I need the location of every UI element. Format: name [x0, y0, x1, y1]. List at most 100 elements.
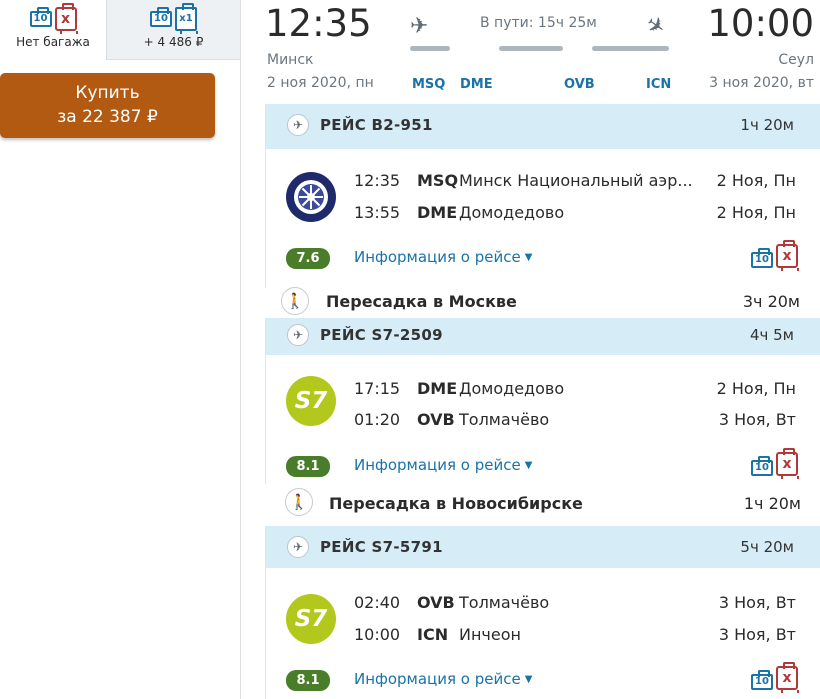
chevron-down-icon: ▼ [524, 674, 533, 685]
pin-icon[interactable]: ✈ [287, 114, 309, 136]
rating-badge: 8.1 [286, 670, 330, 691]
buy-button-label: Купить [75, 83, 140, 103]
row-airport: Минск Национальный аэр... [459, 171, 693, 190]
departure-city: Минск [267, 52, 314, 68]
landing-icon: ✈ [640, 10, 670, 43]
pin-icon[interactable]: ✈ [287, 324, 309, 346]
no-checked-bag-icon: x [776, 448, 799, 479]
transfer-row: 🚶 Пересадка в Новосибирске 1ч 20м [268, 484, 820, 522]
segment-departure-row: 17:15 DME Домодедово [354, 379, 564, 398]
flight-segment: ✈ РЕЙС S7-2509 4ч 5м S7 17:15 DME Домодедо… [265, 318, 820, 484]
pin-icon[interactable]: ✈ [287, 536, 309, 558]
row-time: 12:35 [354, 171, 401, 190]
departure-date: 2 ноя 2020, пн [267, 75, 374, 91]
row-code: MSQ [417, 171, 459, 190]
flight-info-label: Информация о рейсе [354, 456, 521, 474]
baggage-icons: 10 x1 [107, 3, 240, 34]
rating-badge: 7.6 [286, 248, 330, 269]
panel-divider [240, 0, 241, 699]
flight-number: РЕЙС S7-2509 [320, 326, 443, 344]
row-code: OVB [417, 593, 455, 612]
flight-info-link[interactable]: Информация о рейсе ▼ [354, 670, 532, 688]
row-date: 2 Ноя, Пн [716, 379, 796, 398]
baggage-option-no-bag[interactable]: 10 x Нет багажа [0, 0, 106, 60]
segment-departure-row: 12:35 MSQМинск Национальный аэр... [354, 171, 693, 190]
row-airport: Толмачёво [459, 593, 550, 612]
route-segment-bar [410, 46, 450, 51]
segment-header: ✈ РЕЙС B2-951 1ч 20м [266, 104, 820, 149]
belavia-logo-icon [286, 172, 336, 222]
hand-luggage-icon: 10 [751, 248, 773, 268]
transfer-row: 🚶 Пересадка в Москве 3ч 20м [268, 284, 820, 318]
segment-header: ✈ РЕЙС S7-5791 5ч 20м [266, 526, 820, 568]
transfer-label: Пересадка в Новосибирске [329, 494, 583, 513]
arrival-time: 10:00 [707, 2, 814, 45]
takeoff-icon: ✈ [410, 14, 429, 39]
row-time: 13:55 [354, 203, 401, 222]
baggage-option-with-bag[interactable]: 10 x1 + 4 486 ₽ [106, 0, 240, 60]
route-segment-bar [592, 46, 669, 51]
chevron-down-icon: ▼ [524, 460, 533, 471]
no-checked-bag-icon: x [776, 662, 799, 693]
arrival-city: Сеул [778, 52, 814, 68]
row-code: OVB [417, 410, 455, 429]
buy-button[interactable]: Купить за 22 387 ₽ [0, 73, 215, 138]
route-code: ICN [646, 77, 672, 92]
no-checked-bag-icon: x [776, 240, 799, 271]
rating-badge: 8.1 [286, 456, 330, 477]
flight-info-link[interactable]: Информация о рейсе ▼ [354, 456, 532, 474]
flight-segment: ✈ РЕЙС S7-5791 5ч 20м S7 02:40 OVB Толмачё… [265, 526, 820, 699]
segment-arrival-row: 13:55 DME Домодедово [354, 203, 564, 222]
s7-logo-icon: S7 [286, 376, 336, 426]
segment-arrival-row: 10:00 ICN Инчеон [354, 625, 521, 644]
row-code: ICN [417, 625, 449, 644]
transfer-duration: 1ч 20м [743, 494, 801, 513]
hand-luggage-icon: 10 [29, 7, 52, 27]
row-airport: Инчеон [459, 625, 521, 644]
left-panel: 10 x Нет багажа 10 x1 + 4 486 ₽ Купить з… [0, 0, 240, 699]
row-time: 01:20 [354, 410, 401, 429]
chevron-down-icon: ▼ [524, 252, 533, 263]
baggage-icons: 10 x [0, 3, 106, 34]
no-checked-bag-icon: x [54, 3, 78, 34]
route-segment-bar [499, 46, 563, 51]
segment-baggage-icons: 10 x [751, 662, 799, 693]
transfer-label: Пересадка в Москве [326, 292, 517, 311]
checked-bag-icon: x1 [175, 3, 198, 34]
segment-baggage-icons: 10 x [751, 448, 799, 479]
row-time: 02:40 [354, 593, 401, 612]
segment-departure-row: 02:40 OVB Толмачёво [354, 593, 549, 612]
flight-duration: 4ч 5м [749, 326, 794, 344]
transfer-duration: 3ч 20м [742, 292, 800, 311]
flight-duration: 1ч 20м [740, 116, 794, 134]
segment-header: ✈ РЕЙС S7-2509 4ч 5м [266, 318, 820, 355]
row-date: 3 Ноя, Вт [718, 593, 796, 612]
hand-luggage-icon: 10 [751, 456, 773, 476]
row-time: 10:00 [354, 625, 401, 644]
s7-logo-icon: S7 [286, 594, 336, 644]
baggage-option-caption: Нет багажа [16, 35, 90, 49]
segment-arrival-row: 01:20 OVB Толмачёво [354, 410, 549, 429]
row-time: 17:15 [354, 379, 401, 398]
row-date: 2 Ноя, Пн [716, 203, 796, 222]
total-travel-time: В пути: 15ч 25м [480, 15, 597, 31]
row-code: DME [417, 379, 458, 398]
route-code: OVB [564, 77, 595, 92]
buy-button-price: за 22 387 ₽ [57, 107, 158, 127]
route-code: DME [460, 77, 493, 92]
segment-baggage-icons: 10 x [751, 240, 799, 271]
walking-person-icon: 🚶 [281, 287, 309, 315]
row-airport: Толмачёво [459, 410, 550, 429]
departure-time: 12:35 [265, 2, 372, 45]
baggage-option-price: + 4 486 ₽ [143, 35, 204, 49]
row-airport: Домодедово [459, 203, 565, 222]
flight-info-label: Информация о рейсе [354, 248, 521, 266]
arrival-date: 3 ноя 2020, вт [709, 75, 814, 91]
route-code: MSQ [412, 77, 446, 92]
flight-info-link[interactable]: Информация о рейсе ▼ [354, 248, 532, 266]
row-airport: Домодедово [459, 379, 565, 398]
flight-segment: ✈ РЕЙС B2-951 1ч 20м 12:35 MSQМинск Нацио… [265, 104, 820, 288]
row-date: 3 Ноя, Вт [718, 625, 796, 644]
hand-luggage-icon: 10 [751, 670, 773, 690]
walking-person-icon: 🚶 [285, 488, 313, 516]
